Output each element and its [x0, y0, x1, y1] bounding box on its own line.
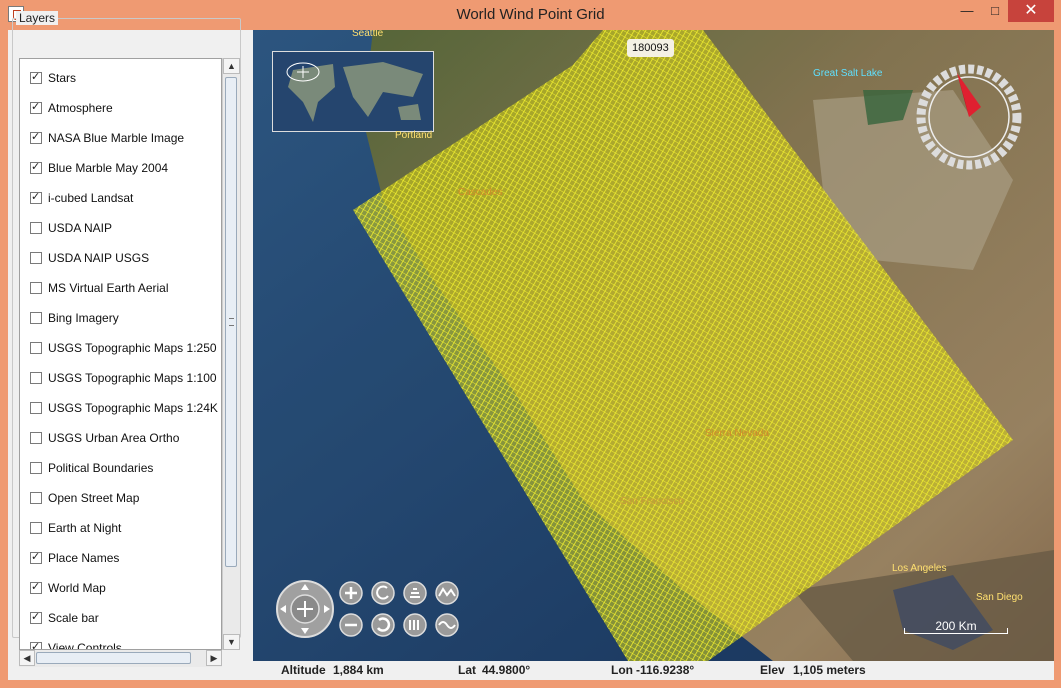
altitude-value: 1,884 km — [333, 663, 384, 677]
layers-panel-title: Layers — [16, 11, 59, 25]
exaggeration-down-icon — [435, 613, 459, 637]
layer-label: Earth at Night — [48, 521, 122, 535]
scroll-right-arrow-icon[interactable]: ▶ — [206, 650, 222, 666]
scroll-up-arrow-icon[interactable]: ▲ — [223, 58, 240, 74]
scroll-left-arrow-icon[interactable]: ◀ — [19, 650, 35, 666]
elevation-label: Elev — [760, 663, 785, 677]
layer-checkbox[interactable] — [30, 640, 42, 649]
scroll-grip-icon — [229, 318, 234, 326]
layer-label: NASA Blue Marble Image — [48, 131, 185, 145]
tilt-down-icon — [403, 613, 427, 637]
layer-checkbox[interactable] — [30, 222, 42, 234]
layer-label: USGS Topographic Maps 1:24K — [48, 401, 218, 415]
layer-checkbox[interactable] — [30, 312, 42, 324]
status-bar: Altitude 1,884 km Lat 44.9800° Lon -116.… — [253, 661, 1054, 680]
layer-label: Political Boundaries — [48, 461, 154, 475]
horizontal-scroll-thumb[interactable] — [36, 652, 191, 664]
layer-label: Atmosphere — [48, 101, 113, 115]
layer-list-vertical-scrollbar[interactable]: ▲ ▼ — [222, 58, 240, 650]
layer-list-horizontal-scrollbar[interactable]: ◀ ▶ — [19, 650, 222, 667]
layer-checkbox[interactable] — [30, 160, 42, 174]
layer-checkbox[interactable] — [30, 282, 42, 294]
exaggeration-up-icon — [435, 581, 459, 605]
rotate-left-icon — [371, 581, 395, 605]
layer-checkbox[interactable] — [30, 550, 42, 564]
layer-checkbox[interactable] — [30, 462, 42, 474]
close-button[interactable]: ✕ — [1008, 0, 1054, 22]
layer-checkbox[interactable] — [30, 100, 42, 114]
scale-bar-label: 200 Km — [935, 619, 977, 633]
layer-checkbox[interactable] — [30, 402, 42, 414]
scale-bar: 200 Km — [904, 619, 1008, 639]
altitude-label: Altitude — [281, 663, 326, 677]
scroll-down-arrow-icon[interactable]: ▼ — [223, 634, 240, 650]
layer-label: World Map — [48, 581, 106, 595]
layer-checkbox[interactable] — [30, 190, 42, 204]
layer-label: Blue Marble May 2004 — [48, 161, 169, 175]
place-label-great-salt-lake: Great Salt Lake — [813, 68, 883, 79]
minimize-button[interactable]: — — [952, 0, 982, 22]
latitude-value: 44.9800° — [482, 663, 531, 677]
pan-control-icon — [276, 580, 334, 638]
layer-checkbox[interactable] — [30, 342, 42, 354]
world-map-inset[interactable] — [272, 51, 434, 132]
place-label-los-angeles: Los Angeles — [892, 563, 947, 574]
compass-icon[interactable] — [913, 61, 1025, 173]
layer-label: View Controls — [48, 641, 122, 650]
place-label-san-francisco: San Francisco — [620, 496, 684, 507]
layer-label: USGS Topographic Maps 1:250 — [48, 341, 217, 355]
view-controls[interactable] — [275, 579, 461, 639]
zoom-in-icon — [339, 581, 363, 605]
vertical-scroll-thumb[interactable] — [225, 77, 237, 567]
layer-label: USGS Topographic Maps 1:100 — [48, 371, 217, 385]
layer-label: i-cubed Landsat — [48, 191, 134, 205]
layer-label: MS Virtual Earth Aerial — [48, 281, 169, 295]
layer-checkbox[interactable] — [30, 492, 42, 504]
longitude-value: -116.9238° — [636, 663, 695, 677]
layer-checkbox[interactable] — [30, 130, 42, 144]
app-window: World Wind Point Grid — □ ✕ Layers Stars… — [0, 0, 1061, 688]
place-label-san-diego: San Diego — [976, 592, 1023, 603]
layer-label: Scale bar — [48, 611, 99, 625]
layer-label: USDA NAIP — [48, 221, 113, 235]
maximize-button[interactable]: □ — [980, 0, 1010, 22]
place-label-portland: Portland — [395, 130, 433, 141]
place-label-cascades: Cascades — [458, 187, 503, 198]
layer-checkbox[interactable] — [30, 580, 42, 594]
layer-label: Open Street Map — [48, 491, 140, 505]
layer-label: USDA NAIP USGS — [48, 251, 150, 265]
tilt-up-icon — [403, 581, 427, 605]
layer-label: USGS Urban Area Ortho — [48, 431, 180, 445]
elevation-value: 1,105 meters — [793, 663, 866, 677]
place-label-sierra-nevada: Sierra Nevada — [705, 428, 769, 439]
longitude-label: Lon — [611, 663, 633, 677]
globe-map-view[interactable]: 180093 Seattle Portland Great Salt Lake … — [253, 30, 1054, 661]
layer-checkbox[interactable] — [30, 372, 42, 384]
latitude-label: Lat — [458, 663, 476, 677]
layer-checkbox[interactable] — [30, 432, 42, 444]
layer-list[interactable]: Stars Atmosphere NASA Blue Marble Image Blu… — [19, 58, 222, 650]
layer-checkbox[interactable] — [30, 70, 42, 84]
grid-point-count-badge: 180093 — [627, 39, 674, 57]
layer-label: Place Names — [48, 551, 120, 565]
layer-checkbox[interactable] — [30, 522, 42, 534]
zoom-out-icon — [339, 613, 363, 637]
layer-label: Stars — [48, 71, 77, 85]
layer-checkbox[interactable] — [30, 610, 42, 624]
rotate-right-icon — [371, 613, 395, 637]
layer-checkbox[interactable] — [30, 252, 42, 264]
place-label-seattle: Seattle — [352, 30, 384, 39]
layer-label: Bing Imagery — [48, 311, 119, 325]
